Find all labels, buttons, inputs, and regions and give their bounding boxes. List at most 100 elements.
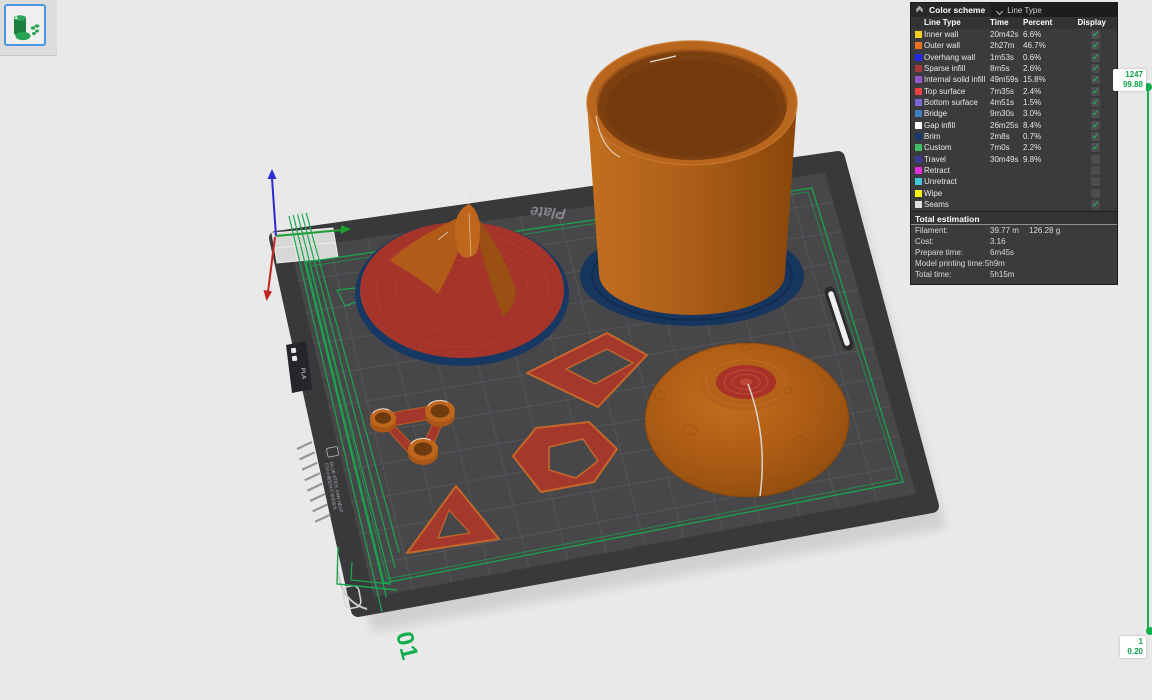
- line-type-row: Sparse infill 8m5s 2.6% ✓: [911, 63, 1117, 74]
- legend-column-headers: Line Type Time Percent Display: [911, 17, 1117, 29]
- display-checkbox[interactable]: [1091, 155, 1100, 164]
- line-type-swatch: [915, 31, 922, 38]
- line-type-percent: 0.6%: [1023, 53, 1041, 62]
- line-type-time: 20m42s: [990, 30, 1018, 39]
- line-type-label: Unretract: [924, 177, 957, 186]
- layer-slider-handle-bottom[interactable]: [1146, 627, 1152, 635]
- line-type-row: Top surface7m35s2.4%✓: [911, 86, 1117, 97]
- display-checkbox[interactable]: ✓: [1091, 132, 1100, 141]
- display-checkbox[interactable]: ✓: [1091, 200, 1100, 209]
- total-row-label: Model printing time:: [915, 258, 985, 269]
- total-row: Cost:3.16: [911, 236, 1117, 247]
- line-type-time: 1m53s: [990, 53, 1014, 62]
- line-type-label: Bottom surface: [924, 98, 978, 107]
- line-type-row: Custom7m0s2.2%✓: [911, 142, 1117, 153]
- line-type-row: Unretract: [911, 176, 1117, 187]
- dropdown-value: Line Type: [1007, 6, 1042, 15]
- display-checkbox[interactable]: ✓: [1091, 109, 1100, 118]
- layer-slider-top-label: 1247 99.88: [1113, 69, 1146, 91]
- line-type-row: Seams ✓: [911, 199, 1117, 210]
- line-type-time: 49m59s: [990, 75, 1018, 84]
- total-row: Filament:39.77 m126.28 g: [911, 225, 1117, 236]
- line-type-time: 7m35s: [990, 87, 1014, 96]
- display-checkbox[interactable]: ✓: [1091, 87, 1100, 96]
- display-checkbox[interactable]: ✓: [1091, 41, 1100, 50]
- layer-slider-track[interactable]: [1147, 87, 1149, 632]
- line-type-swatch: [915, 144, 922, 151]
- display-checkbox[interactable]: ✓: [1091, 98, 1100, 107]
- display-checkbox[interactable]: ✓: [1091, 75, 1100, 84]
- bottom-layer-height: 0.20: [1123, 647, 1143, 657]
- line-type-swatch: [915, 133, 922, 140]
- collapse-icon[interactable]: [911, 3, 927, 17]
- line-type-percent: 6.6%: [1023, 30, 1041, 39]
- line-type-label: Sparse infill: [924, 64, 965, 73]
- color-scheme-panel: Color scheme Line Type Line Type Time Pe…: [910, 2, 1118, 285]
- line-type-label: Gap infill: [924, 121, 955, 130]
- line-type-swatch: [915, 99, 922, 106]
- line-type-label: Wipe: [924, 189, 942, 198]
- line-type-label: Inner wall: [924, 30, 958, 39]
- legend-rows: Inner wall20m42s6.6%✓Outer wall2h27m46.7…: [911, 29, 1117, 211]
- total-row-value: 39.77 m: [990, 225, 1029, 236]
- line-type-label: Top surface: [924, 87, 965, 96]
- total-estimation-rows: Filament:39.77 m126.28 gCost:3.16Prepare…: [911, 225, 1117, 281]
- total-row-label: Cost:: [915, 236, 990, 247]
- layer-slider-bottom-label: 1 0.20: [1120, 636, 1146, 658]
- line-type-percent: 8.4%: [1023, 121, 1041, 130]
- top-layer-number: 1247: [1116, 70, 1143, 80]
- line-type-row: Inner wall 20m42s 6.6% ✓: [911, 29, 1117, 40]
- line-type-row: Internal solid infill 49m59s 15.8% ✓: [911, 74, 1117, 85]
- total-row-label: Total time:: [915, 269, 990, 280]
- line-type-time: 9m30s: [990, 109, 1014, 118]
- plate-thumbnail-preview: 1: [6, 6, 44, 44]
- line-type-percent: 0.7%: [1023, 132, 1041, 141]
- total-row: Model printing time:5h9m: [911, 258, 1117, 269]
- total-row: Prepare time:6m45s: [911, 247, 1117, 258]
- display-checkbox[interactable]: [1091, 189, 1100, 198]
- total-row-value: 5h9m: [985, 258, 1024, 269]
- line-type-swatch: [915, 122, 922, 129]
- line-type-time: 8m5s: [990, 64, 1010, 73]
- line-type-swatch: [915, 65, 922, 72]
- line-type-swatch: [915, 88, 922, 95]
- line-type-label: Internal solid infill: [924, 75, 985, 84]
- line-type-percent: 46.7%: [1023, 41, 1046, 50]
- line-type-row: Wipe: [911, 188, 1117, 199]
- display-checkbox[interactable]: ✓: [1091, 121, 1100, 130]
- chevron-down-icon: [996, 7, 1003, 14]
- display-checkbox[interactable]: ✓: [1091, 30, 1100, 39]
- line-type-row: Brim2m8s0.7%✓: [911, 131, 1117, 142]
- display-checkbox[interactable]: ✓: [1091, 53, 1100, 62]
- line-type-label: Brim: [924, 132, 940, 141]
- line-type-label: Outer wall: [924, 41, 960, 50]
- total-row-value2: 126.28 g: [1029, 225, 1060, 236]
- total-row-label: Prepare time:: [915, 247, 990, 258]
- line-type-swatch: [915, 190, 922, 197]
- line-type-row: Retract: [911, 165, 1117, 176]
- line-type-percent: 9.8%: [1023, 155, 1041, 164]
- line-type-swatch: [915, 156, 922, 163]
- top-layer-height: 99.88: [1116, 80, 1143, 90]
- display-checkbox[interactable]: [1091, 166, 1100, 175]
- plate-name-label: Plate: [528, 203, 568, 222]
- display-checkbox[interactable]: ✓: [1091, 143, 1100, 152]
- plate-thumbnail-button[interactable]: 1: [4, 4, 46, 46]
- panel-title-bar: Color scheme Line Type: [911, 3, 1117, 17]
- line-type-swatch: [915, 201, 922, 208]
- line-type-percent: 2.6%: [1023, 64, 1041, 73]
- line-type-label: Bridge: [924, 109, 947, 118]
- total-row-value: 6m45s: [990, 247, 1029, 258]
- model-cylinder[interactable]: [580, 41, 804, 326]
- line-type-percent: 15.8%: [1023, 75, 1046, 84]
- display-checkbox[interactable]: [1091, 177, 1100, 186]
- line-type-label: Seams: [924, 200, 949, 209]
- display-checkbox[interactable]: ✓: [1091, 64, 1100, 73]
- line-type-time: 7m0s: [990, 143, 1010, 152]
- line-type-dropdown[interactable]: Line Type: [991, 3, 1117, 17]
- line-type-row: Travel30m49s9.8%: [911, 154, 1117, 165]
- line-type-label: Overhang wall: [924, 53, 975, 62]
- model-dome[interactable]: [645, 343, 849, 497]
- line-type-label: Travel: [924, 155, 946, 164]
- line-type-percent: 2.2%: [1023, 143, 1041, 152]
